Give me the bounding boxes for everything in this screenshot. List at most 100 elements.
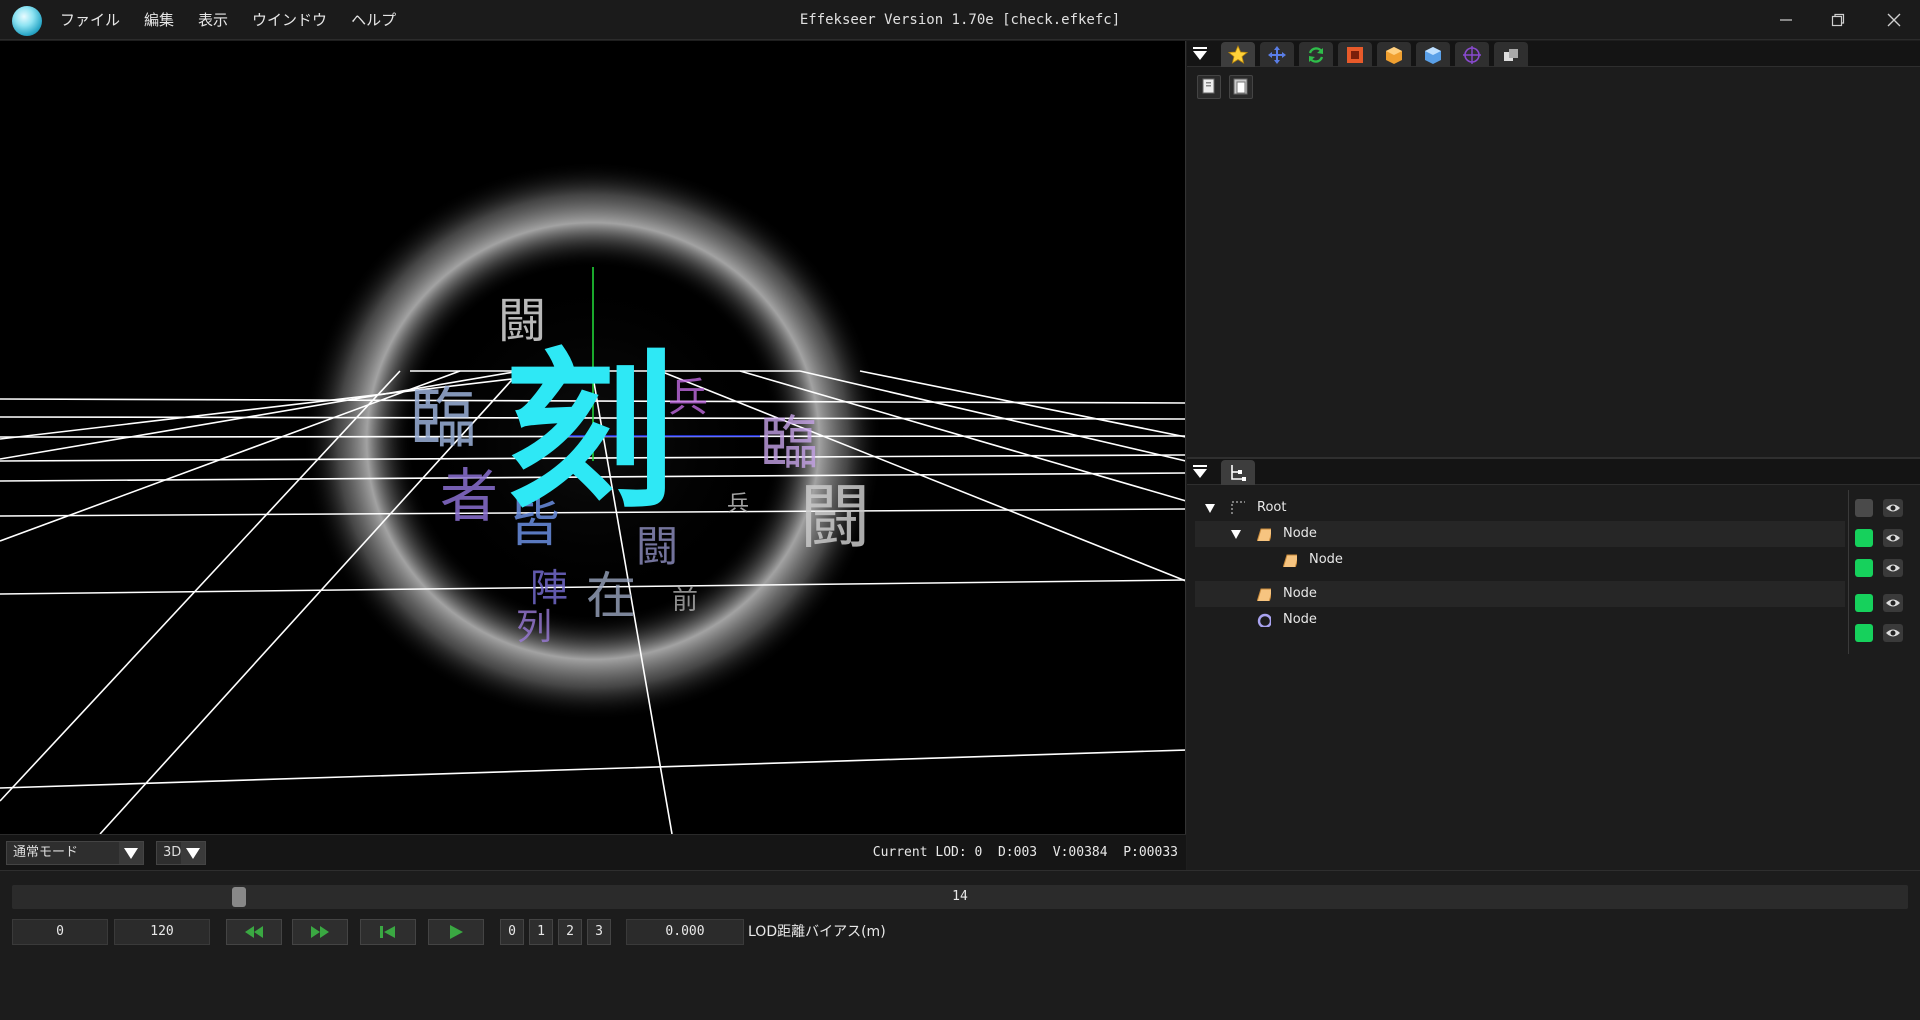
menu-help[interactable]: ヘルプ: [351, 0, 396, 40]
node-label: Node: [1283, 526, 1317, 541]
node-label: Node: [1309, 552, 1343, 567]
tool-panel-header: [1187, 41, 1920, 67]
kanji-particle: 臨: [410, 380, 476, 457]
tab-refresh[interactable]: [1299, 42, 1333, 67]
fast-forward-icon: [311, 926, 329, 938]
visibility-toggle[interactable]: [1855, 594, 1873, 612]
eye-toggle[interactable]: [1883, 559, 1903, 577]
rewind-icon: [245, 926, 263, 938]
sprite-node-icon: [1257, 528, 1271, 541]
paste-button[interactable]: [1229, 75, 1253, 99]
end-frame-field[interactable]: 120: [114, 919, 210, 945]
lod-bias-label: LOD距離バイアス(m): [748, 924, 886, 940]
chevron-down-icon[interactable]: [1205, 504, 1215, 513]
visibility-column-divider: [1848, 490, 1849, 654]
render-mode-select[interactable]: 通常モード: [6, 841, 144, 865]
dock-menu-icon[interactable]: [1191, 463, 1209, 481]
timeline-panel: 14 0 120 0 1 2 3 0.000 LOD距離バイアス(m): [0, 870, 1920, 1020]
tab-cube[interactable]: [1416, 42, 1450, 67]
rewind-button[interactable]: [226, 919, 282, 945]
minimize-icon: [1780, 19, 1792, 21]
tree-row-node[interactable]: Node: [1195, 547, 1845, 573]
dock-menu-icon[interactable]: [1191, 45, 1209, 63]
skip-start-button[interactable]: [360, 919, 416, 945]
chevron-down-icon: [181, 842, 205, 864]
chevron-down-icon: [119, 842, 143, 864]
frame-slider[interactable]: 14: [12, 885, 1908, 909]
box-frame-icon: [1347, 46, 1363, 63]
move-icon: [1268, 45, 1286, 64]
menu-view[interactable]: 表示: [198, 0, 228, 40]
node-label: Node: [1283, 612, 1317, 627]
tree-row-node[interactable]: Node: [1195, 521, 1845, 547]
close-icon: [1887, 13, 1901, 27]
menu-edit[interactable]: 編集: [144, 0, 174, 40]
lod-bias-field[interactable]: 0.000: [626, 919, 744, 945]
tree-row-node[interactable]: Node: [1195, 607, 1845, 633]
kanji-particle: 列: [516, 607, 552, 648]
copy-button[interactable]: [1197, 75, 1221, 99]
package-icon: [1386, 46, 1402, 64]
play-icon: [450, 925, 463, 939]
visibility-toggle[interactable]: [1855, 624, 1873, 642]
skip-start-icon: [380, 926, 395, 938]
viewport-canvas: 闘 臨 兵 臨 闘 者 皆 陣 在 前 列 闘 兵 刻: [0, 161, 1185, 834]
visibility-toggle[interactable]: [1855, 559, 1873, 577]
menu-window[interactable]: ウインドウ: [252, 0, 327, 40]
effect-viewport[interactable]: 闘 臨 兵 臨 闘 者 皆 陣 在 前 列 闘 兵 刻: [0, 41, 1186, 834]
kanji-particle: 兵: [727, 492, 749, 517]
eye-toggle[interactable]: [1883, 529, 1903, 547]
ring-node-icon: [1257, 613, 1271, 627]
restore-button[interactable]: [1812, 0, 1864, 40]
kanji-main: 刻: [505, 332, 675, 532]
sprite-node-icon: [1283, 554, 1297, 567]
tree-row-node[interactable]: Node: [1195, 581, 1845, 607]
star-icon: [1228, 44, 1248, 64]
kanji-particle: 陣: [530, 566, 568, 610]
tab-package[interactable]: [1377, 42, 1411, 67]
restore-icon: [1831, 13, 1845, 27]
start-frame-field[interactable]: 0: [12, 919, 108, 945]
menu-bar: ファイル 編集 表示 ウインドウ ヘルプ: [60, 0, 420, 40]
play-button[interactable]: [428, 919, 484, 945]
kanji-particle: 闘: [800, 476, 870, 558]
visibility-toggle[interactable]: [1855, 499, 1873, 517]
kanji-particle: 者: [440, 462, 498, 530]
sprite-node-icon: [1257, 588, 1271, 601]
tree-row-root[interactable]: Root: [1195, 495, 1845, 521]
eye-toggle[interactable]: [1883, 594, 1903, 612]
eye-toggle[interactable]: [1883, 499, 1903, 517]
chevron-down-icon[interactable]: [1231, 530, 1241, 539]
tab-move[interactable]: [1260, 42, 1294, 67]
lod-button-3[interactable]: 3: [587, 919, 611, 945]
node-tree-panel: Root Node Node Node Node: [1187, 457, 1920, 870]
node-tree-header: [1187, 459, 1920, 485]
kanji-particle: 在: [586, 567, 636, 625]
tool-panel: [1187, 41, 1920, 457]
eye-icon: [1886, 629, 1900, 637]
menu-file[interactable]: ファイル: [60, 0, 120, 40]
fast-forward-button[interactable]: [292, 919, 348, 945]
node-tree-icon: [1231, 464, 1246, 481]
visibility-toggle[interactable]: [1855, 529, 1873, 547]
render-mode-value: 通常モード: [13, 845, 79, 860]
lod-button-2[interactable]: 2: [558, 919, 582, 945]
lod-info-text: Current LOD: 0 D:003 V:00384 P:00033: [872, 845, 1178, 860]
current-frame-value: 14: [952, 889, 968, 904]
lod-button-1[interactable]: 1: [529, 919, 553, 945]
tab-favorite[interactable]: [1221, 42, 1255, 67]
tab-bounds[interactable]: [1338, 42, 1372, 67]
eye-toggle[interactable]: [1883, 624, 1903, 642]
eye-icon: [1886, 599, 1900, 607]
cube-icon: [1425, 46, 1441, 64]
minimize-button[interactable]: [1760, 0, 1812, 40]
tab-layers[interactable]: [1494, 42, 1528, 67]
viewport-status-bar: 通常モード 3D Current LOD: 0 D:003 V:00384 P:…: [0, 834, 1186, 870]
tab-target[interactable]: [1455, 42, 1489, 67]
lod-button-0[interactable]: 0: [500, 919, 524, 945]
copy-icon: [1202, 78, 1215, 94]
eye-icon: [1886, 564, 1900, 572]
dimension-select[interactable]: 3D: [156, 841, 206, 865]
close-button[interactable]: [1868, 0, 1920, 40]
tab-node-tree[interactable]: [1221, 460, 1255, 485]
